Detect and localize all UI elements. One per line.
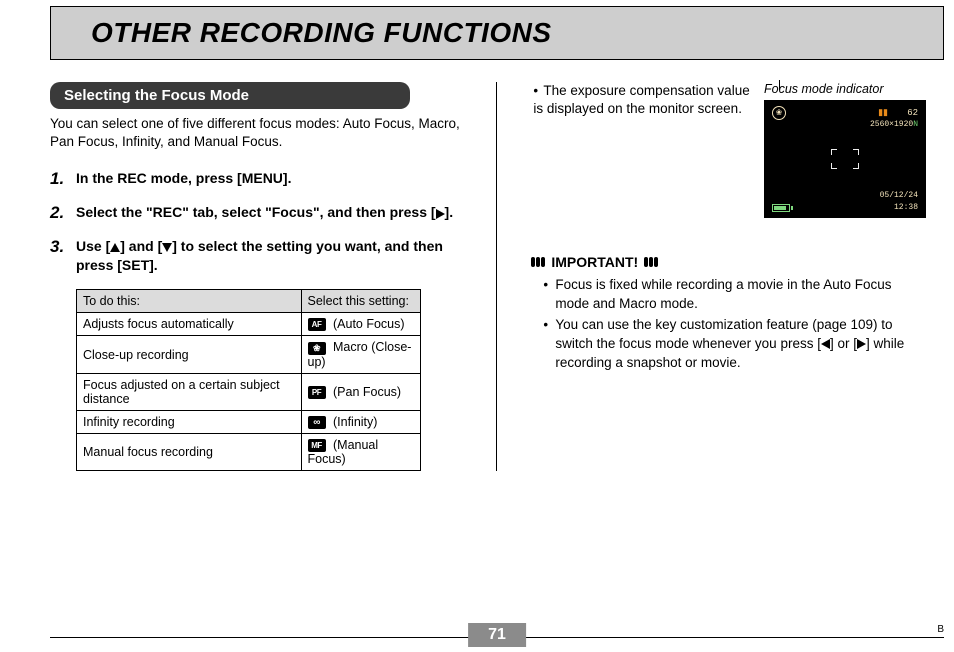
page-number: 71 [468,623,526,647]
section-heading: Selecting the Focus Mode [50,82,410,109]
left-column: Selecting the Focus Mode You can select … [50,82,492,471]
table-cell-setting: PF (Pan Focus) [301,373,420,410]
table-cell-setting: AF (Auto Focus) [301,313,420,336]
footer-mark: B [937,624,944,635]
focus-mode-table: To do this: Select this setting: Adjusts… [76,289,421,471]
page-footer: 71 B [50,637,944,638]
table-row: Focus adjusted on a certain subject dist… [77,373,421,410]
important-list: Focus is fixed while recording a movie i… [531,276,926,372]
focus-mode-icon [308,342,326,355]
table-cell-do: Close-up recording [77,336,302,373]
left-arrow-icon [821,339,830,349]
decoration-icon [531,257,545,267]
title-bar: OTHER RECORDING FUNCTIONS [50,6,944,60]
content-columns: Selecting the Focus Mode You can select … [50,82,944,471]
table-cell-do: Manual focus recording [77,433,302,470]
step-3: 3. Use [] and [] to select the setting y… [50,237,474,275]
mode-label: (Auto Focus) [330,317,405,331]
right-arrow-icon [436,209,445,219]
camera-icon: ▮▮ [878,108,888,118]
table-cell-do: Infinity recording [77,410,302,433]
table-row: Adjusts focus automaticallyAF (Auto Focu… [77,313,421,336]
mode-label: (Pan Focus) [330,385,402,399]
up-arrow-icon [110,243,120,252]
table-header: Select this setting: [301,290,420,313]
table-cell-setting: (Infinity) [301,410,420,433]
page-title: OTHER RECORDING FUNCTIONS [51,17,552,49]
date-readout: 05/12/24 [880,191,918,200]
step-2: 2. Select the "REC" tab, select "Focus",… [50,203,474,223]
step-text: Select the "REC" tab, select "Focus", an… [76,203,453,223]
table-cell-setting: MF (Manual Focus) [301,433,420,470]
down-arrow-icon [162,243,172,252]
step-number: 2. [50,203,76,223]
screen-caption: Focus mode indicator [764,82,926,96]
important-label: IMPORTANT! [551,254,638,270]
right-column: •The exposure compensation value is disp… [501,82,944,471]
focus-mode-icon: MF [308,439,326,452]
mode-label: (Infinity) [330,415,378,429]
table-row: Manual focus recordingMF (Manual Focus) [77,433,421,470]
list-item: You can use the key customization featur… [531,316,926,373]
step-text: Use [] and [] to select the setting you … [76,237,474,275]
caption-leader-line [779,80,780,90]
list-item: Focus is fixed while recording a movie i… [531,276,926,314]
resolution-readout: 2560×1920N [870,120,918,129]
decoration-icon [644,257,658,267]
focus-mode-icon [308,416,326,429]
focus-mode-indicator-icon [772,106,786,120]
step-1: 1. In the REC mode, press [MENU]. [50,169,474,189]
table-row: Close-up recording Macro (Close-up) [77,336,421,373]
table-row: Infinity recording (Infinity) [77,410,421,433]
exposure-note: •The exposure compensation value is disp… [531,82,752,118]
shot-count: 62 [907,108,918,118]
table-header: To do this: [77,290,302,313]
focus-mode-icon: AF [308,318,326,331]
table-cell-do: Adjusts focus automatically [77,313,302,336]
camera-screen-preview: ▮▮ 62 2560×1920N 05/12/24 12:38 [764,100,926,218]
right-arrow-icon [857,339,866,349]
important-heading: IMPORTANT! [531,254,926,270]
focus-mode-icon: PF [308,386,326,399]
focus-brackets-icon [831,149,859,169]
steps-list: 1. In the REC mode, press [MENU]. 2. Sel… [50,169,474,275]
intro-text: You can select one of five different foc… [50,115,474,151]
battery-icon [772,204,790,212]
screen-preview-wrap: Focus mode indicator ▮▮ 62 2560×1920N 05… [764,82,926,218]
table-cell-setting: Macro (Close-up) [301,336,420,373]
time-readout: 12:38 [894,203,918,212]
step-text: In the REC mode, press [MENU]. [76,169,291,189]
column-divider [496,82,497,471]
table-cell-do: Focus adjusted on a certain subject dist… [77,373,302,410]
step-number: 3. [50,237,76,275]
right-top-row: •The exposure compensation value is disp… [531,82,926,218]
step-number: 1. [50,169,76,189]
